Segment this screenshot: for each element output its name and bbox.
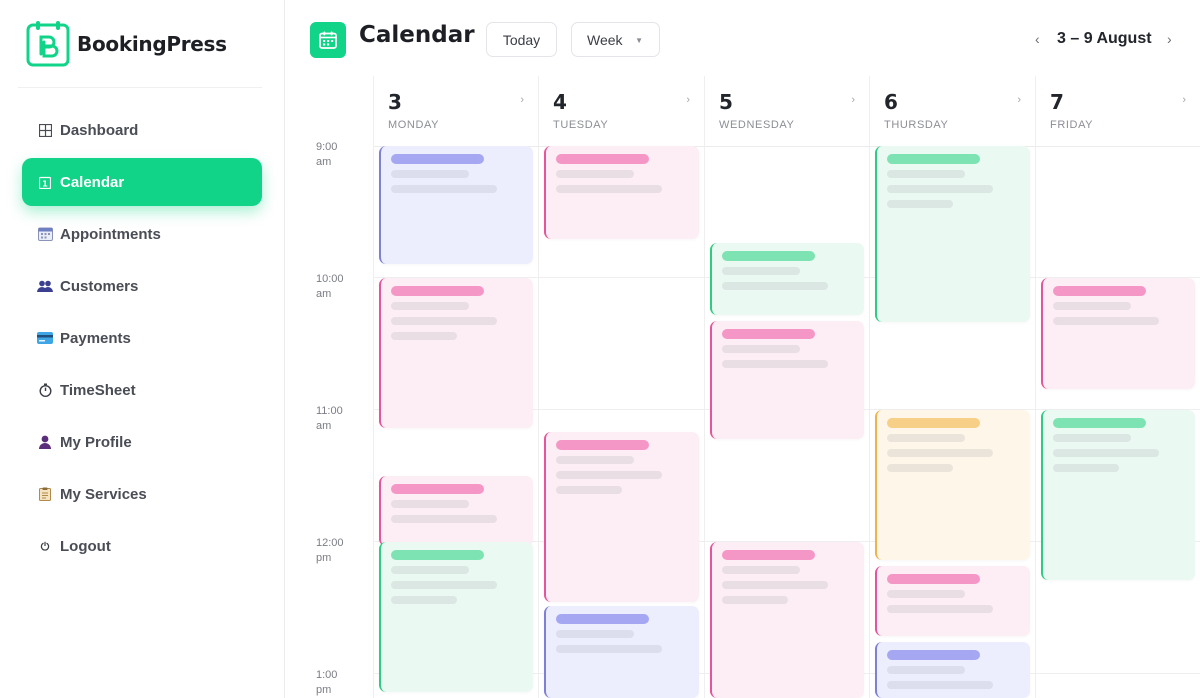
day-name: THURSDAY <box>884 119 949 131</box>
day-number: 6 <box>884 90 898 114</box>
day-header-wednesday[interactable]: 5 WEDNESDAY › <box>704 76 869 146</box>
day-name: FRIDAY <box>1050 119 1094 131</box>
date-range-label: 3 – 9 August <box>1057 30 1152 47</box>
sidebar-item-label: Logout <box>60 537 111 555</box>
sidebar-item-timesheet[interactable]: TimeSheet <box>22 366 262 414</box>
bookingpress-logo-icon <box>26 20 72 68</box>
view-select[interactable]: Week ▼ <box>571 22 660 57</box>
day-number: 4 <box>553 90 567 114</box>
sidebar-item-label: Payments <box>60 329 131 347</box>
appointment-event[interactable] <box>544 432 699 602</box>
calendar-icon <box>310 22 346 58</box>
sidebar-item-label: Appointments <box>60 225 161 243</box>
day-header-thursday[interactable]: 6 THURSDAY › <box>869 76 1035 146</box>
day-name: WEDNESDAY <box>719 119 795 131</box>
chevron-right-icon[interactable]: › <box>1182 94 1186 106</box>
divider <box>1035 146 1036 698</box>
sidebar-item-label: My Services <box>60 485 147 503</box>
appointment-event[interactable] <box>875 146 1030 322</box>
day-number: 3 <box>388 90 402 114</box>
grid-icon <box>36 121 54 139</box>
appointment-event[interactable] <box>379 476 533 546</box>
divider <box>704 146 705 698</box>
appointment-event[interactable] <box>379 146 533 264</box>
chevron-right-icon[interactable]: › <box>686 94 690 106</box>
time-label: 11:00 am <box>316 405 343 432</box>
appointment-event[interactable] <box>710 321 864 439</box>
logout-icon <box>36 537 54 555</box>
user-icon <box>36 433 54 451</box>
appointment-event[interactable] <box>875 642 1030 698</box>
sidebar-item-label: TimeSheet <box>60 381 136 399</box>
clipboard-icon <box>36 485 54 503</box>
chevron-right-icon[interactable]: › <box>520 94 524 106</box>
day-name: MONDAY <box>388 119 440 131</box>
sidebar-item-label: My Profile <box>60 433 132 451</box>
day-number: 5 <box>719 90 733 114</box>
appointment-event[interactable] <box>710 243 864 315</box>
sidebar-item-dashboard[interactable]: Dashboard <box>22 106 262 154</box>
sidebar-item-label: Calendar <box>60 173 125 191</box>
divider <box>869 146 870 698</box>
divider <box>373 146 374 698</box>
appointment-event[interactable] <box>875 566 1030 636</box>
stopwatch-icon <box>36 381 54 399</box>
appointment-event[interactable] <box>875 410 1030 560</box>
sidebar-nav: Dashboard 1 Calendar Appointments Custom… <box>22 106 262 574</box>
day-name: TUESDAY <box>553 119 609 131</box>
credit-card-icon <box>36 329 54 347</box>
calendar-icon: 1 <box>36 173 54 191</box>
calendar-header: Calendar Today Week ▼ ‹ 3 – 9 August › <box>285 0 1200 76</box>
day-header-tuesday[interactable]: 4 TUESDAY › <box>538 76 704 146</box>
appointment-event[interactable] <box>1041 410 1195 580</box>
appointments-calendar-icon <box>36 225 54 243</box>
week-calendar-grid: 9:00 am 10:00 am 11:00 am 12:00 pm 1:00 pm 3 … <box>285 76 1200 698</box>
sidebar-item-appointments[interactable]: Appointments <box>22 210 262 258</box>
day-header-friday[interactable]: 7 FRIDAY › <box>1035 76 1200 146</box>
appointment-event[interactable] <box>544 606 699 698</box>
divider <box>538 146 539 698</box>
chevron-right-icon[interactable]: › <box>1017 94 1021 106</box>
today-button[interactable]: Today <box>486 22 557 57</box>
svg-text:1: 1 <box>42 179 48 188</box>
chevron-right-icon[interactable]: › <box>1167 31 1172 47</box>
chevron-left-icon[interactable]: ‹ <box>1035 31 1040 47</box>
view-select-value: Week <box>587 31 623 48</box>
sidebar-item-label: Customers <box>60 277 139 295</box>
time-label: 9:00 am <box>316 141 338 168</box>
day-header-monday[interactable]: 3 MONDAY › <box>373 76 538 146</box>
time-label: 12:00 pm <box>316 537 344 564</box>
time-label: 1:00 pm <box>316 669 338 696</box>
appointment-event[interactable] <box>379 542 533 692</box>
sidebar-item-label: Dashboard <box>60 121 139 139</box>
sidebar-item-customers[interactable]: Customers <box>22 262 262 310</box>
brand-name: BookingPress <box>77 32 227 56</box>
sidebar: BookingPress Dashboard 1 Calendar Appoin… <box>0 0 285 698</box>
appointment-event[interactable] <box>544 146 699 239</box>
time-label: 10:00 am <box>316 273 344 300</box>
brand[interactable]: BookingPress <box>26 20 227 68</box>
sidebar-item-logout[interactable]: Logout <box>22 522 262 570</box>
day-number: 7 <box>1050 90 1064 114</box>
appointment-event[interactable] <box>379 278 533 428</box>
chevron-right-icon[interactable]: › <box>851 94 855 106</box>
customers-icon <box>36 277 54 295</box>
time-column: 9:00 am 10:00 am 11:00 am 12:00 pm 1:00 pm <box>285 76 373 698</box>
sidebar-item-calendar[interactable]: 1 Calendar <box>22 158 262 206</box>
appointment-event[interactable] <box>710 542 864 698</box>
divider <box>18 87 262 88</box>
appointment-event[interactable] <box>1041 278 1195 389</box>
caret-down-icon: ▼ <box>635 36 643 45</box>
page-title: Calendar <box>359 22 475 48</box>
sidebar-item-my-profile[interactable]: My Profile <box>22 418 262 466</box>
sidebar-item-my-services[interactable]: My Services <box>22 470 262 518</box>
sidebar-item-payments[interactable]: Payments <box>22 314 262 362</box>
